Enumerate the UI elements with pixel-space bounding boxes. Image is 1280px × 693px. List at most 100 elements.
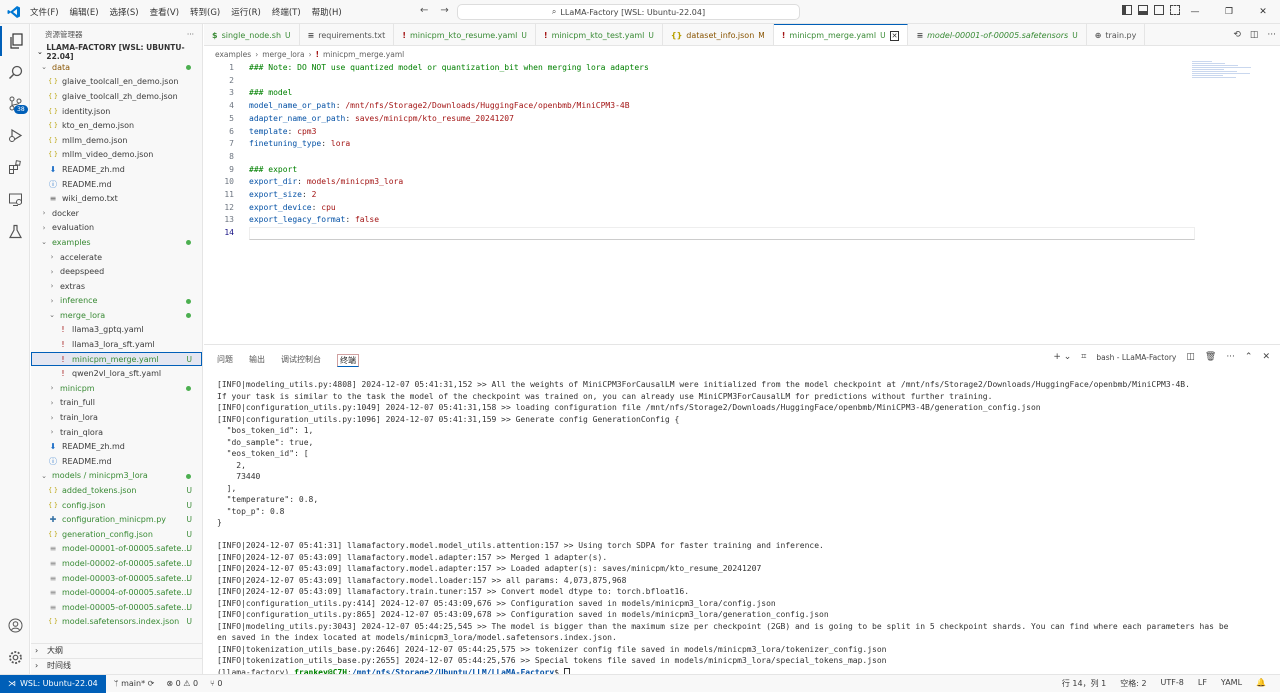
menu-item[interactable]: 编辑(E) [70, 6, 99, 18]
menu-item[interactable]: 帮助(H) [312, 6, 342, 18]
code-editor[interactable]: 1 ### Note: DO NOT use quantized model or… [204, 61, 1280, 344]
timeline-section[interactable]: › 时间线 [31, 658, 202, 672]
code-line[interactable]: ### Note: DO NOT use quantized model or … [249, 63, 649, 72]
tab-close-icon[interactable]: ✕ [889, 30, 900, 41]
remote-explorer-icon[interactable] [0, 184, 30, 214]
file-item[interactable]: ⓘ README.md [31, 454, 202, 469]
code-line[interactable]: template: cpm3 [249, 127, 316, 136]
forward-arrow-icon[interactable]: → [440, 5, 448, 16]
code-line[interactable]: model_name_or_path: /mnt/nfs/Storage2/Do… [249, 101, 630, 110]
new-terminal-icon[interactable]: + ⌄ [1053, 352, 1071, 362]
file-item[interactable]: ≡ model-00005-of-00005.safete... U [31, 600, 202, 615]
code-line[interactable]: finetuning_type: lora [249, 139, 350, 148]
terminal-output[interactable]: [INFO|modeling_utils.py:4808] 2024-12-07… [217, 379, 1269, 678]
code-line[interactable]: export_size: 2 [249, 190, 316, 199]
split-terminal-icon[interactable]: ◫ [1186, 352, 1195, 362]
code-line[interactable]: export_device: cpu [249, 203, 336, 212]
end-of-line[interactable]: LF [1198, 678, 1207, 689]
folder-item[interactable]: › deepspeed [31, 264, 202, 279]
file-item[interactable]: { } added_tokens.json U [31, 483, 202, 498]
folder-item[interactable]: › inference [31, 294, 202, 309]
close-icon[interactable]: ✕ [1246, 7, 1280, 17]
code-line[interactable]: ### model [249, 88, 292, 97]
restore-icon[interactable]: ❐ [1212, 7, 1246, 17]
menu-item[interactable]: 文件(F) [30, 6, 59, 18]
branch-indicator[interactable]: ᛘ main* ⟳ [114, 679, 155, 688]
folder-item[interactable]: › train_full [31, 396, 202, 411]
editor-tab[interactable]: ≡ model-00001-of-00005.safetensors U [908, 24, 1087, 45]
editor-tab[interactable]: ≡ requirements.txt [300, 24, 395, 45]
editor-tab[interactable]: ! minicpm_kto_resume.yaml U [394, 24, 536, 45]
maximize-panel-icon[interactable]: ⌃ [1245, 352, 1253, 362]
file-item[interactable]: { } model.safetensors.index.json U [31, 615, 202, 630]
minimize-icon[interactable]: — [1178, 7, 1212, 17]
breadcrumb-item[interactable]: minicpm_merge.yaml [323, 50, 404, 59]
file-item[interactable]: ⬇ README_zh.md [31, 439, 202, 454]
folder-item[interactable]: › train_lora [31, 410, 202, 425]
code-line[interactable]: export_legacy_format: false [249, 215, 379, 224]
file-item[interactable]: ⬇ README_zh.md [31, 162, 202, 177]
folder-item[interactable]: › accelerate [31, 250, 202, 265]
encoding[interactable]: UTF-8 [1161, 678, 1184, 689]
file-item[interactable]: ≡ model-00004-of-00005.safete... U [31, 585, 202, 600]
panel-tab[interactable]: 调试控制台 [281, 354, 321, 367]
command-center[interactable]: ⌕ LLaMA-Factory [WSL: Ubuntu-22.04] [457, 4, 800, 20]
editor-tab[interactable]: $ single_node.sh U [204, 24, 300, 45]
code-line[interactable]: ### export [249, 165, 297, 174]
explorer-icon[interactable] [0, 26, 30, 56]
folder-item[interactable]: › extras [31, 279, 202, 294]
breadcrumb-item[interactable]: merge_lora [262, 50, 304, 59]
file-item[interactable]: { } mllm_demo.json [31, 133, 202, 148]
trash-icon[interactable]: 🗑 [1205, 352, 1216, 362]
problems-indicator[interactable]: ⊗ 0 ⚠ 0 [166, 679, 198, 688]
settings-gear-icon[interactable] [0, 642, 30, 672]
testing-flask-icon[interactable] [0, 216, 30, 246]
menu-item[interactable]: 运行(R) [231, 6, 261, 18]
panel-tab[interactable]: 问题 [217, 354, 233, 367]
code-line[interactable]: export_dir: models/minicpm3_lora [249, 177, 403, 186]
language-mode[interactable]: YAML [1221, 678, 1242, 689]
breadcrumb-item[interactable]: examples [215, 50, 251, 59]
editor-tab[interactable]: ! minicpm_kto_test.yaml U [536, 24, 663, 45]
toggle-panel-icon[interactable] [1138, 5, 1148, 15]
menu-item[interactable]: 选择(S) [110, 6, 139, 18]
outline-section[interactable]: › 大纲 [31, 643, 202, 657]
file-item[interactable]: { } mllm_video_demo.json [31, 148, 202, 163]
folder-item[interactable]: ⌄ merge_lora [31, 308, 202, 323]
open-changes-icon[interactable]: ⟲ [1233, 30, 1241, 40]
folder-item[interactable]: › docker [31, 206, 202, 221]
file-item[interactable]: { } generation_config.json U [31, 527, 202, 542]
notifications-bell-icon[interactable]: 🔔 [1256, 678, 1266, 689]
folder-item[interactable]: ⌄ models / minicpm3_lora [31, 469, 202, 484]
menu-item[interactable]: 终端(T) [272, 6, 301, 18]
folder-item[interactable]: › evaluation [31, 221, 202, 236]
indentation[interactable]: 空格: 2 [1120, 678, 1146, 689]
file-item[interactable]: { } kto_en_demo.json [31, 118, 202, 133]
close-panel-icon[interactable]: ✕ [1262, 352, 1270, 362]
ports-indicator[interactable]: ⑂ 0 [210, 679, 222, 688]
more-actions-icon[interactable]: ··· [1267, 30, 1276, 40]
editor-tab[interactable]: ! minicpm_merge.yaml U ✕ [773, 24, 909, 45]
file-item[interactable]: ≡ model-00002-of-00005.safete... U [31, 556, 202, 571]
run-debug-icon[interactable] [0, 120, 30, 150]
file-item[interactable]: ! llama3_gptq.yaml [31, 323, 202, 338]
folder-item[interactable]: ⌄ examples [31, 235, 202, 250]
file-item[interactable]: ! llama3_lora_sft.yaml [31, 337, 202, 352]
file-item[interactable]: ≡ model-00003-of-00005.safete... U [31, 571, 202, 586]
file-item[interactable]: ✚ configuration_minicpm.py U [31, 512, 202, 527]
more-actions-icon[interactable]: ··· [187, 30, 194, 39]
toggle-secondary-sidebar-icon[interactable] [1154, 5, 1164, 15]
editor-tab[interactable]: ⊕ train.py [1087, 24, 1146, 45]
file-item[interactable]: ! qwen2vl_lora_sft.yaml [31, 366, 202, 381]
more-actions-icon[interactable]: ··· [1226, 352, 1235, 362]
source-control-icon[interactable]: 38 [0, 88, 30, 118]
account-icon[interactable] [0, 610, 30, 640]
code-line[interactable]: adapter_name_or_path: saves/minicpm/kto_… [249, 114, 514, 123]
panel-tab[interactable]: 输出 [249, 354, 265, 367]
menu-item[interactable]: 转到(G) [190, 6, 220, 18]
file-item[interactable]: { } glaive_toolcall_en_demo.json [31, 75, 202, 90]
workspace-root[interactable]: ⌄ LLAMA-FACTORY [WSL: UBUNTU-22.04] [31, 43, 202, 61]
file-item[interactable]: { } config.json U [31, 498, 202, 513]
file-item[interactable]: ≡ model-00001-of-00005.safete... U [31, 542, 202, 557]
editor-tab[interactable]: {} dataset_info.json M [663, 24, 774, 45]
